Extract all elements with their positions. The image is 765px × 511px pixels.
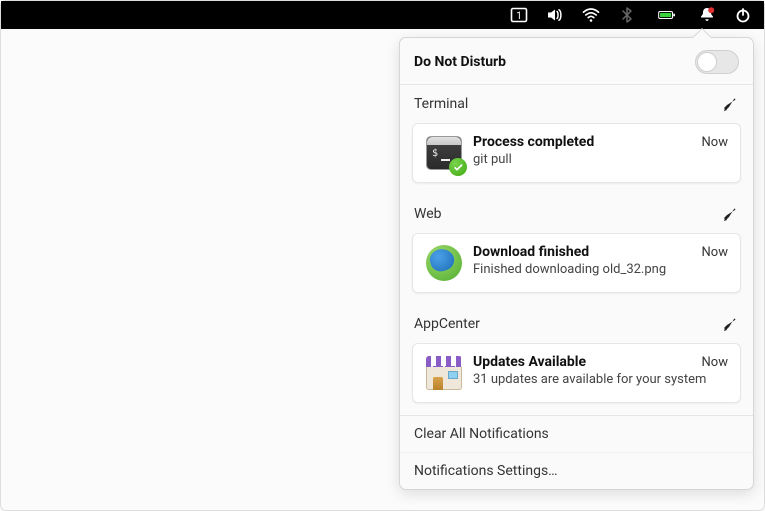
section-title: Terminal xyxy=(414,96,468,112)
notification-body: Finished downloading old_32.png xyxy=(473,262,728,277)
workspace-indicator-icon[interactable]: 1 xyxy=(510,6,528,24)
notification-title: Updates Available xyxy=(473,354,586,370)
section-title: Web xyxy=(414,206,442,222)
notification-body: 31 updates are available for your system xyxy=(473,372,728,387)
terminal-app-icon: $ xyxy=(425,134,463,172)
notification-time: Now xyxy=(702,135,728,150)
volume-icon[interactable] xyxy=(546,6,564,24)
notification-time: Now xyxy=(702,355,728,370)
notification-settings-button[interactable]: Notifications Settings… xyxy=(400,452,753,489)
notification-body: git pull xyxy=(473,152,728,167)
notification-time: Now xyxy=(702,245,728,260)
section-title: AppCenter xyxy=(414,316,480,332)
section-header-appcenter: AppCenter xyxy=(400,305,753,339)
notification-card[interactable]: Updates Available Now 31 updates are ava… xyxy=(412,343,741,403)
notification-card[interactable]: $ Process completed Now git pull xyxy=(412,123,741,183)
do-not-disturb-row: Do Not Disturb xyxy=(400,38,753,85)
do-not-disturb-label: Do Not Disturb xyxy=(414,54,506,70)
panel-footer: Clear All Notifications Notifications Se… xyxy=(400,415,753,489)
bluetooth-icon[interactable] xyxy=(618,6,636,24)
section-header-terminal: Terminal xyxy=(400,85,753,119)
web-app-icon xyxy=(425,244,463,282)
notification-title: Download finished xyxy=(473,244,589,260)
success-badge-icon xyxy=(449,158,467,176)
clear-all-button[interactable]: Clear All Notifications xyxy=(400,416,753,452)
svg-text:1: 1 xyxy=(516,11,522,22)
notification-center-panel: Do Not Disturb Terminal $ Process comple… xyxy=(399,37,754,490)
clear-section-icon[interactable] xyxy=(721,315,739,333)
power-icon[interactable] xyxy=(734,6,752,24)
section-header-web: Web xyxy=(400,195,753,229)
clear-section-icon[interactable] xyxy=(721,95,739,113)
top-bar: 1 xyxy=(1,1,764,29)
appcenter-app-icon xyxy=(425,354,463,392)
notification-card[interactable]: Download finished Now Finished downloadi… xyxy=(412,233,741,293)
battery-icon[interactable] xyxy=(654,6,680,24)
wifi-icon[interactable] xyxy=(582,6,600,24)
clear-section-icon[interactable] xyxy=(721,205,739,223)
notification-title: Process completed xyxy=(473,134,594,150)
do-not-disturb-toggle[interactable] xyxy=(695,50,739,74)
notifications-icon[interactable] xyxy=(698,6,716,24)
